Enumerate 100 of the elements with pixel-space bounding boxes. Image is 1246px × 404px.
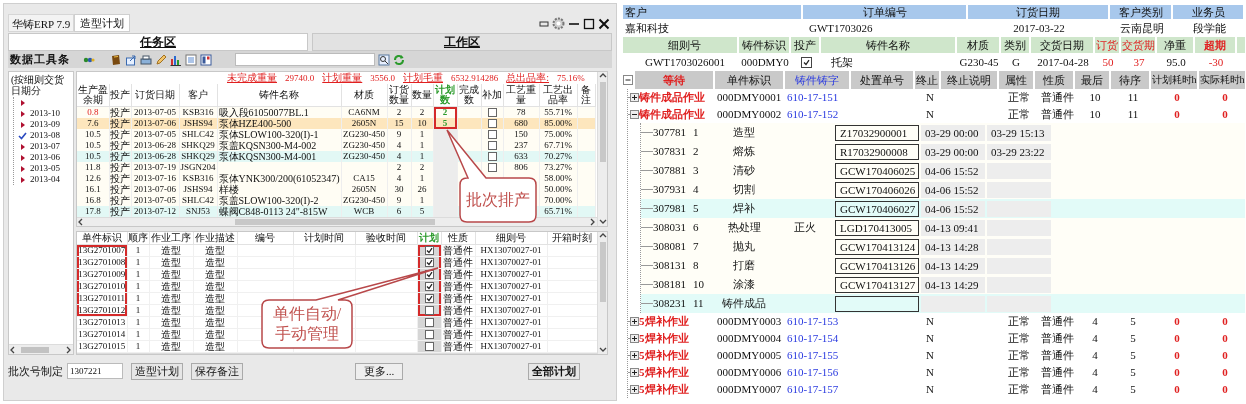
column-header[interactable]: 顺序 (127, 232, 149, 245)
column-header[interactable]: 性质 (441, 232, 475, 245)
number-field[interactable]: GCW170406026 (835, 181, 919, 198)
column-header[interactable]: 属性 (999, 71, 1035, 89)
column-header[interactable]: 终止说明 (941, 71, 999, 89)
chevron-right-icon[interactable] (589, 218, 597, 226)
column-header[interactable]: 业务员 (1173, 5, 1245, 19)
column-header[interactable]: 终止 (915, 71, 941, 89)
number-field[interactable]: Z17032900001 (835, 124, 919, 141)
search-field[interactable] (235, 53, 375, 66)
checkbox[interactable] (424, 318, 434, 328)
button[interactable]: 造型计划 (131, 362, 183, 380)
chevron-left-icon[interactable] (9, 345, 17, 354)
number-field[interactable] (835, 295, 919, 312)
column-header[interactable]: 实际耗时h (1199, 71, 1246, 89)
column-header[interactable]: 订货日期 (968, 5, 1110, 19)
scrollbar[interactable] (597, 232, 607, 354)
column-header[interactable]: 订货数量 (387, 84, 411, 106)
column-header[interactable]: 验收时间 (355, 232, 417, 245)
column-header[interactable]: 订货日期 (131, 84, 179, 106)
checkbox[interactable] (424, 258, 434, 268)
checkbox[interactable] (487, 107, 497, 117)
column-header[interactable]: 完成数 (457, 84, 481, 106)
column-header[interactable]: 工艺出品率 (539, 84, 577, 106)
column-header[interactable]: 交货期 (1121, 37, 1157, 53)
tree-row[interactable]: 307981 5 焊补 GCW170406027 04-06 15:52 (641, 199, 1245, 218)
checkbox[interactable] (424, 282, 434, 292)
column-header[interactable]: 细则号 (631, 37, 739, 53)
batch-number-field[interactable]: 1307221 (67, 363, 123, 379)
tree-item[interactable]: 2013-07 (18, 141, 73, 152)
printer-icon[interactable] (140, 53, 152, 66)
tree-item[interactable]: 2013-08 (18, 130, 73, 141)
column-header[interactable]: 工艺重量 (503, 84, 539, 106)
number-field[interactable]: GCW170406027 (835, 200, 919, 217)
tree-row[interactable]: 308031 6 热处理 正火 LGD170413005 04-13 09:41 (641, 218, 1245, 237)
find-icon[interactable] (378, 53, 390, 66)
expand-icon[interactable] (630, 317, 639, 326)
tree-row[interactable]: 307931 4 切割 GCW170406026 04-06 15:52 (641, 180, 1245, 199)
column-header[interactable]: 铸件标识 (739, 37, 791, 53)
column-header[interactable]: 计划数 (433, 84, 457, 106)
column-header[interactable]: 计划耗时h (1151, 71, 1199, 89)
column-header[interactable]: 细则号 (475, 232, 547, 245)
gear-icon[interactable] (552, 17, 565, 30)
chevron-right-icon[interactable] (65, 345, 73, 354)
tree-row[interactable]: 307831 2 熔炼 R17032900008 03-29 00:00 03-29 23:22 (641, 142, 1245, 161)
checkbox[interactable] (487, 140, 497, 150)
column-header[interactable]: 数量 (411, 84, 433, 106)
column-header[interactable]: 客户 (623, 5, 803, 19)
tree-item[interactable]: 2013-09 (18, 119, 73, 130)
column-header[interactable]: 备注 (577, 84, 595, 106)
tree-item[interactable]: 2013-04 (18, 174, 73, 185)
tree-row[interactable]: 307781 1 造型 Z17032900001 03-29 00:00 03-29 15:13 (641, 123, 1245, 142)
column-header[interactable]: 计划 (417, 232, 441, 245)
number-field[interactable]: R17032900008 (835, 143, 919, 160)
grid-icon[interactable] (200, 53, 212, 66)
chevron-left-icon[interactable] (77, 218, 85, 226)
number-field[interactable]: GCW170413127 (835, 276, 919, 293)
checkbox[interactable] (487, 151, 497, 161)
checkbox[interactable] (487, 162, 497, 172)
checkbox[interactable] (424, 246, 434, 256)
rectangle-icon[interactable] (539, 19, 549, 28)
column-header[interactable]: 净重 (1157, 37, 1195, 53)
tab[interactable]: 造型计划 (74, 14, 131, 32)
scrollbar-thumb[interactable] (235, 219, 435, 225)
column-header[interactable]: 投产 (109, 84, 131, 106)
tree-item[interactable]: 2013-05 (18, 163, 73, 174)
column-header[interactable]: 材质 (957, 37, 1001, 53)
column-header[interactable]: 材质 (341, 84, 387, 106)
column-header[interactable]: 客户类别 (1110, 5, 1173, 19)
scrollbar[interactable] (9, 344, 73, 354)
column-header[interactable]: 单件标识 (715, 71, 785, 89)
expand-icon[interactable] (630, 334, 639, 343)
book-icon[interactable] (110, 53, 122, 66)
scrollbar[interactable] (597, 72, 607, 226)
checkbox[interactable] (424, 330, 434, 340)
column-header[interactable]: 待序 (1111, 71, 1151, 89)
chevron-down-icon[interactable] (598, 346, 607, 354)
column-header[interactable]: 生产盈余期 (77, 84, 109, 106)
chevron-down-icon[interactable] (598, 218, 607, 226)
number-field[interactable]: GCW170406025 (835, 162, 919, 179)
column-header[interactable]: 编号 (237, 232, 293, 245)
section-tab[interactable]: 工作区 (312, 33, 612, 51)
column-header[interactable]: 超期 (1195, 37, 1237, 53)
scrollbar-thumb[interactable] (599, 242, 606, 302)
expand-icon[interactable] (630, 368, 639, 377)
checkbox[interactable] (424, 306, 434, 316)
number-field[interactable]: GCW170413124 (835, 238, 919, 255)
section-tab[interactable]: 任务区 (8, 33, 308, 51)
button[interactable]: 保存备注 (191, 362, 243, 380)
column-header[interactable]: 作业描述 (193, 232, 237, 245)
checkbox[interactable] (424, 342, 434, 352)
button[interactable]: 更多... (355, 362, 404, 380)
checkbox[interactable] (487, 129, 497, 139)
column-header[interactable]: 补加 (481, 84, 503, 106)
chevron-up-icon[interactable] (598, 72, 607, 80)
tree-row[interactable]: 308181 10 涂漆 GCW170413127 04-13 14:29 (641, 275, 1245, 294)
expand-icon[interactable] (630, 385, 639, 394)
checkbox[interactable] (800, 56, 812, 68)
column-header[interactable]: 性质 (1035, 71, 1075, 89)
bar-chart-icon[interactable] (170, 53, 182, 66)
